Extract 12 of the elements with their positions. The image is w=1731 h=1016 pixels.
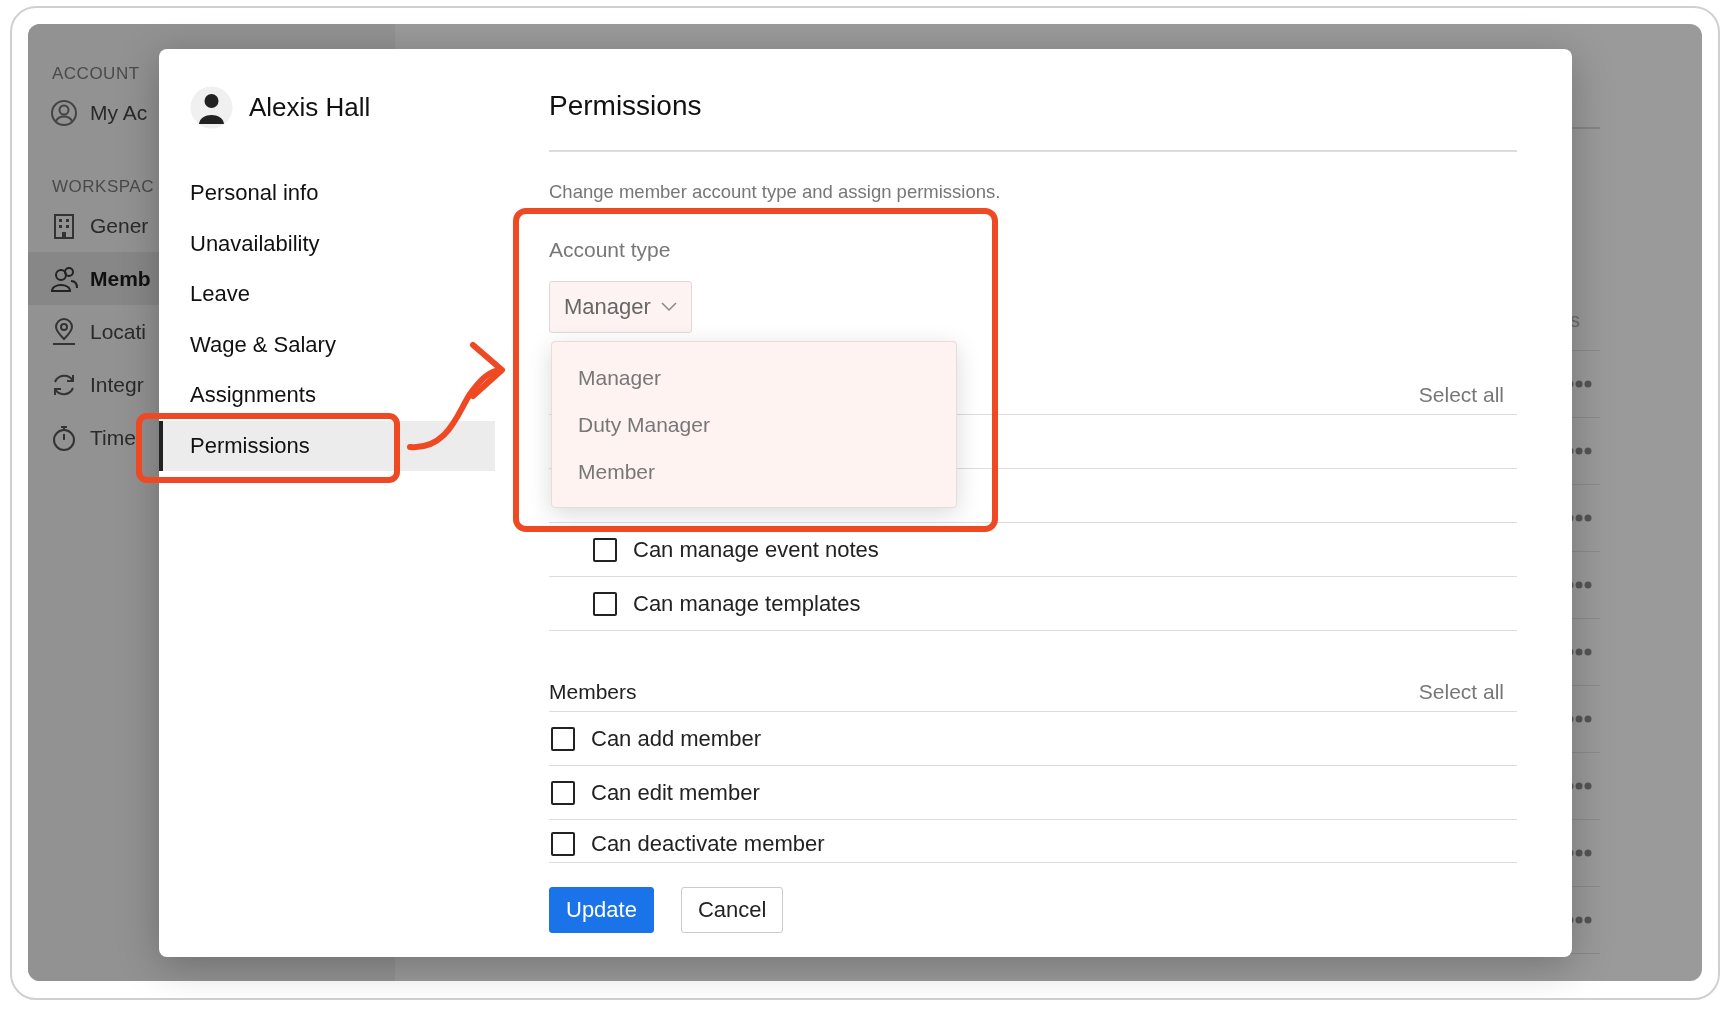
permission-label: Can edit member [591,779,760,806]
section-title: Members [549,679,637,704]
permission-label: Can add member [591,725,761,752]
dialog-title: Permissions [549,89,1517,152]
user-name: Alexis Hall [249,92,371,123]
section-heading: WORKSPAC [51,176,154,198]
permission-label: Can deactivate member [591,831,825,857]
permission-label: Can manage templates [633,590,861,617]
description-text: Change member account type and assign permissions. [549,181,1002,203]
permission-label: Can manage event notes [633,536,879,563]
section-heading: ACCOUNT [51,63,140,85]
field-label: Account type [549,238,672,262]
